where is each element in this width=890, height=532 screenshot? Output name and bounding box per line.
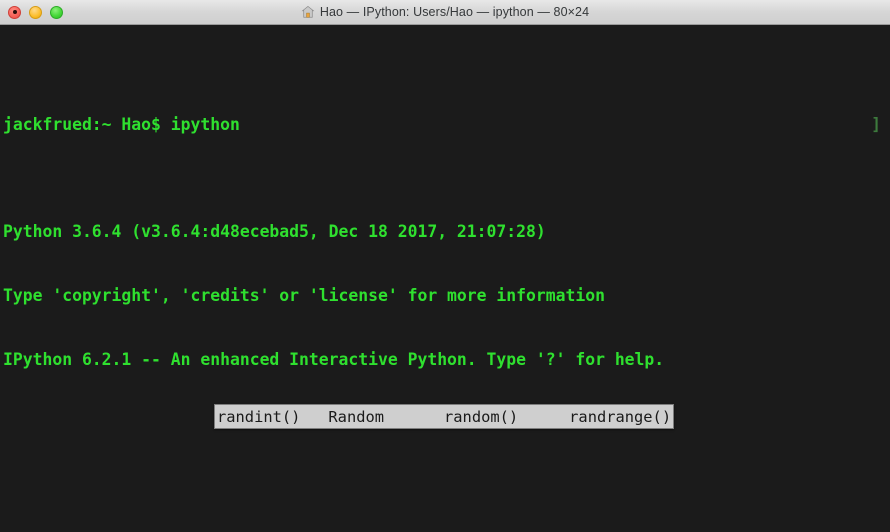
completion-item-randint[interactable]: randint(): [215, 405, 302, 428]
maximize-button[interactable]: [50, 6, 63, 19]
blank-line: [3, 435, 890, 456]
terminal-screen: jackfrued:~ Hao$ ipython] Python 3.6.4 (…: [3, 28, 890, 532]
banner-line-1: Python 3.6.4 (v3.6.4:d48ecebad5, Dec 18 …: [3, 221, 890, 242]
banner-line-3: IPython 6.2.1 -- An enhanced Interactive…: [3, 349, 890, 370]
window-title: Hao — IPython: Users/Hao — ipython — 80×…: [320, 5, 589, 19]
shell-prompt: jackfrued:~ Hao$: [3, 115, 171, 134]
terminal-body[interactable]: jackfrued:~ Hao$ ipython] Python 3.6.4 (…: [0, 25, 890, 532]
banner-text: Type 'copyright', 'credits' or 'license'…: [3, 286, 605, 305]
completion-item-random[interactable]: random(): [442, 405, 520, 428]
window-controls: [0, 6, 63, 19]
autocomplete-menu[interactable]: randint() Random random() randrange(): [214, 404, 674, 429]
banner-text: Python 3.6.4 (v3.6.4:d48ecebad5, Dec 18 …: [3, 222, 546, 241]
shell-prompt-line: jackfrued:~ Hao$ ipython]: [3, 114, 890, 135]
home-icon: [301, 5, 315, 19]
close-button[interactable]: [8, 6, 21, 19]
terminal-window: Hao — IPython: Users/Hao — ipython — 80×…: [0, 0, 890, 532]
banner-text: IPython 6.2.1 -- An enhanced Interactive…: [3, 350, 664, 369]
edge-bracket: ]: [871, 114, 881, 135]
title-center-group: Hao — IPython: Users/Hao — ipython — 80×…: [0, 0, 890, 24]
completion-item-randrange[interactable]: randrange(): [567, 405, 673, 428]
banner-line-2: Type 'copyright', 'credits' or 'license'…: [3, 285, 890, 306]
title-bar[interactable]: Hao — IPython: Users/Hao — ipython — 80×…: [0, 0, 890, 25]
completion-item-Random[interactable]: Random: [326, 405, 386, 428]
minimize-button[interactable]: [29, 6, 42, 19]
shell-command: ipython: [171, 115, 240, 134]
